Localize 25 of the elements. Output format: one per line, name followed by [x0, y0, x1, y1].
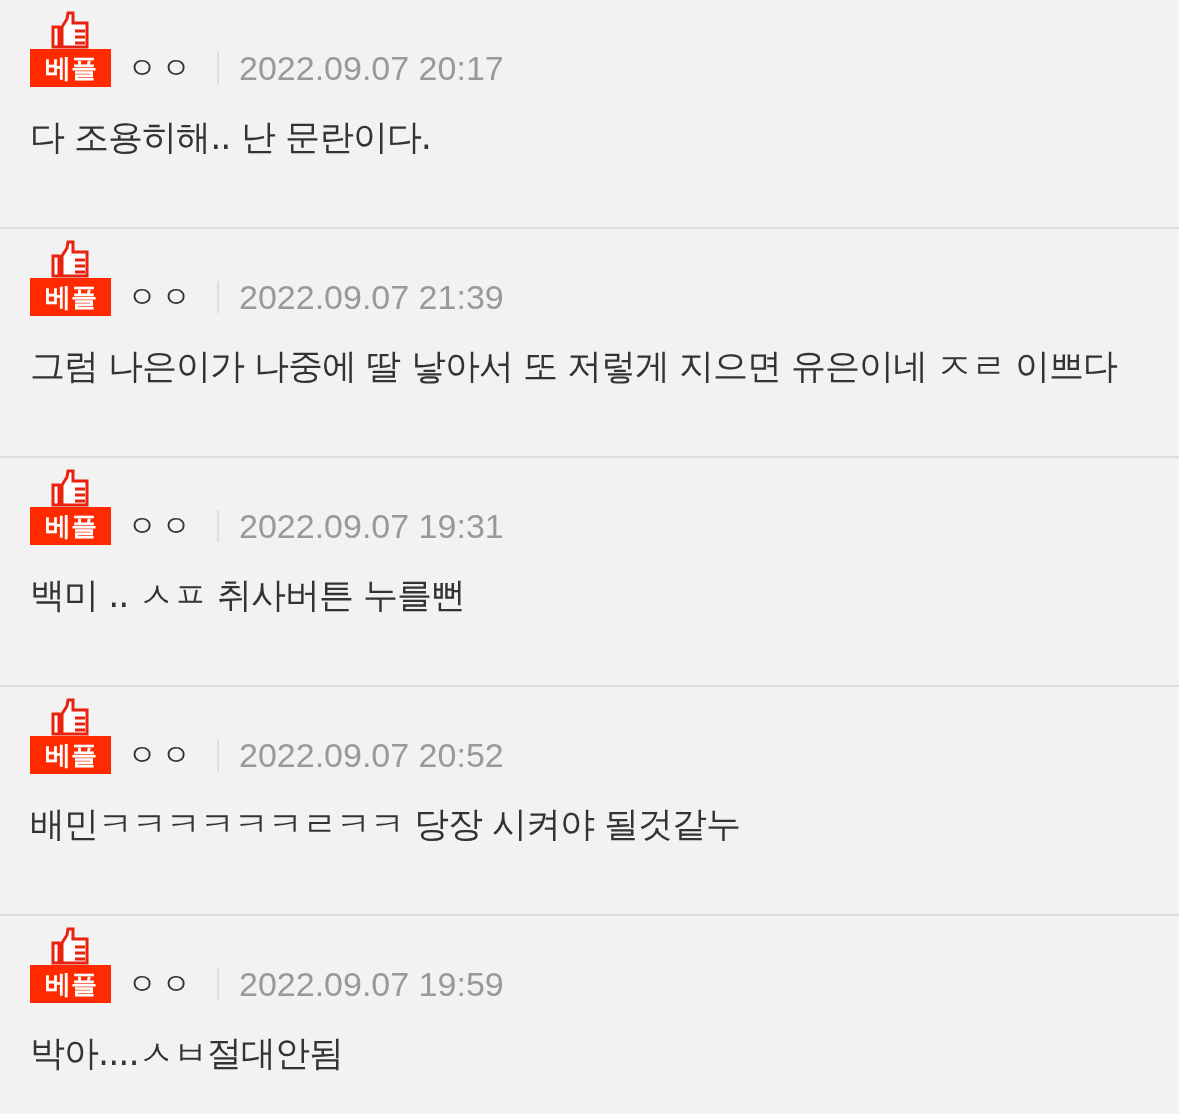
author-name: ㅇㅇ — [127, 965, 195, 1003]
author-name: ㅇㅇ — [127, 507, 195, 545]
best-reply-badge: 베플 — [30, 965, 111, 1003]
thumbs-up-icon — [50, 11, 91, 49]
comment-text: 박아....ㅅㅂ절대안됨 — [30, 1032, 344, 1075]
thumbs-up-icon — [50, 927, 91, 965]
best-reply-badge: 베플 — [30, 49, 111, 87]
comment-date: 2022.09.07 21:39 — [239, 278, 504, 316]
comment-text: 백미 .. ㅅㅍ 취사버튼 누를뻔 — [30, 574, 466, 617]
best-reply-badge: 베플 — [30, 278, 111, 316]
thumbs-up-icon — [50, 698, 91, 736]
author-name: ㅇㅇ — [127, 736, 195, 774]
comment-text: 배민ㅋㅋㅋㅋㅋㅋㄹㅋㅋ 당장 시켜야 될것같누 — [30, 803, 742, 846]
author-name: ㅇㅇ — [127, 278, 195, 316]
thumbs-up-icon — [50, 240, 91, 278]
best-reply-badge: 베플 — [30, 736, 111, 774]
thumbs-up-icon — [50, 469, 91, 507]
comment-text: 그럼 나은이가 나중에 딸 낳아서 또 저렇게 지으면 유은이네 ㅈㄹ 이쁘다 — [30, 345, 1119, 388]
comment-date: 2022.09.07 19:31 — [239, 507, 504, 545]
best-reply-badge: 베플 — [30, 507, 111, 545]
comment-date: 2022.09.07 20:17 — [239, 49, 504, 87]
comment-date: 2022.09.07 20:52 — [239, 736, 504, 774]
author-name: ㅇㅇ — [127, 49, 195, 87]
comment-date: 2022.09.07 19:59 — [239, 965, 504, 1003]
comment-text: 다 조용히해.. 난 문란이다. — [30, 116, 432, 159]
